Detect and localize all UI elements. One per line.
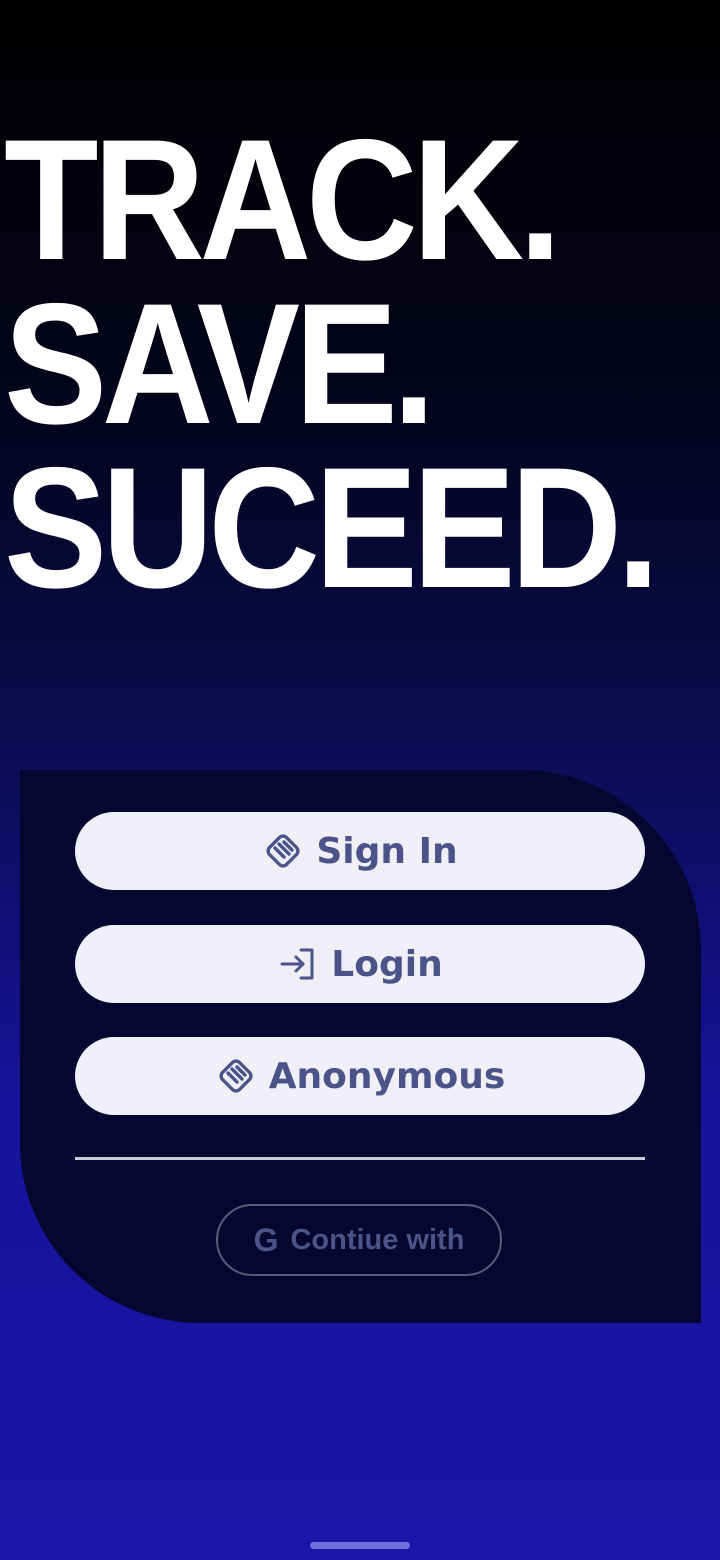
hero-line-suceed: SUCEED. bbox=[4, 432, 660, 624]
hero-headline: TRACK. SAVE. SUCEED. bbox=[4, 104, 716, 624]
divider bbox=[75, 1157, 645, 1160]
hero-line-save: SAVE. bbox=[4, 268, 435, 460]
google-icon: G bbox=[253, 1221, 279, 1258]
continue-with-label: Contiue with bbox=[290, 1223, 465, 1256]
home-indicator[interactable] bbox=[310, 1542, 410, 1549]
auth-panel: Sign In Login Anonymous G Contiue with bbox=[20, 770, 701, 1323]
hero-line-track: TRACK. bbox=[4, 104, 562, 296]
login-button[interactable]: Login bbox=[75, 925, 645, 1003]
anonymous-button[interactable]: Anonymous bbox=[75, 1037, 645, 1115]
handshake-icon bbox=[215, 1055, 257, 1097]
continue-with-google-button[interactable]: G Contiue with bbox=[216, 1204, 502, 1276]
login-label: Login bbox=[331, 943, 443, 985]
sign-in-button[interactable]: Sign In bbox=[75, 812, 645, 890]
handshake-icon bbox=[262, 830, 304, 872]
login-arrow-icon bbox=[277, 943, 319, 985]
sign-in-label: Sign In bbox=[316, 830, 458, 872]
anonymous-label: Anonymous bbox=[268, 1055, 506, 1097]
